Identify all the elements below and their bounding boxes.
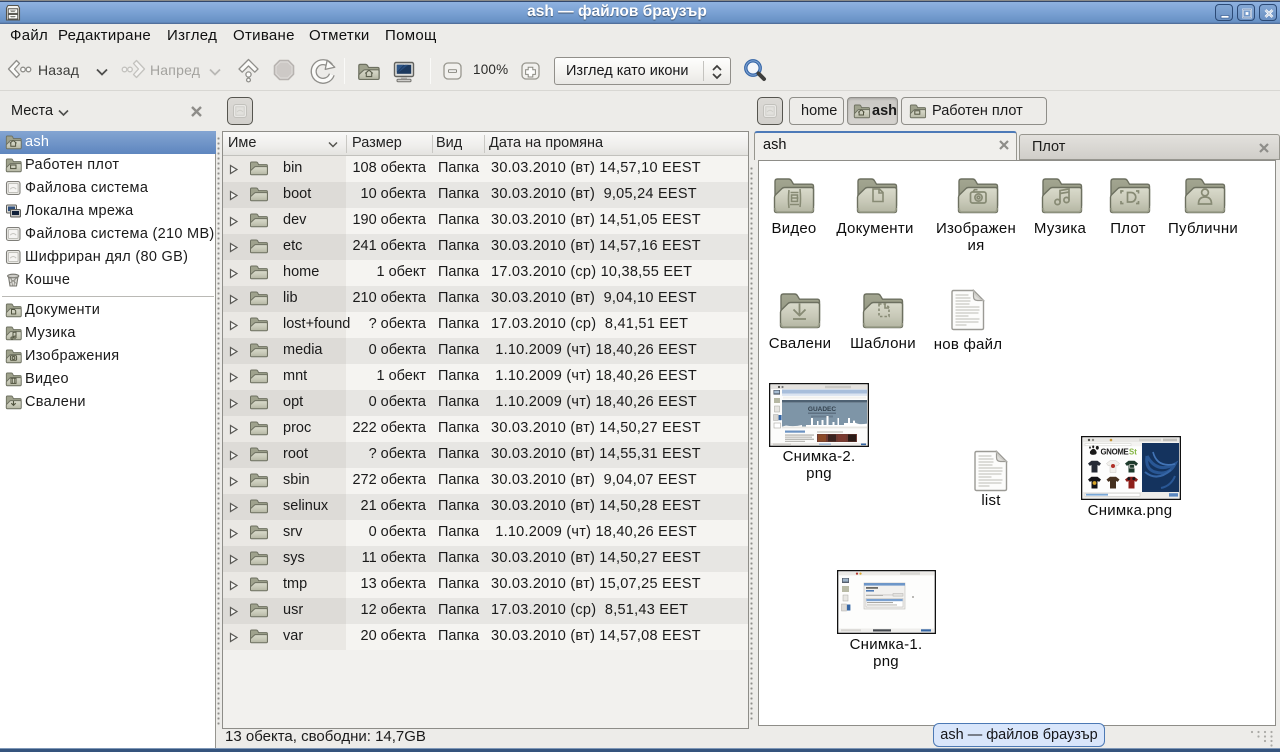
svg-text:St: St bbox=[1129, 448, 1137, 457]
svg-text:GNOME: GNOME bbox=[1101, 448, 1129, 457]
svg-text:GUADEC: GUADEC bbox=[808, 406, 836, 413]
